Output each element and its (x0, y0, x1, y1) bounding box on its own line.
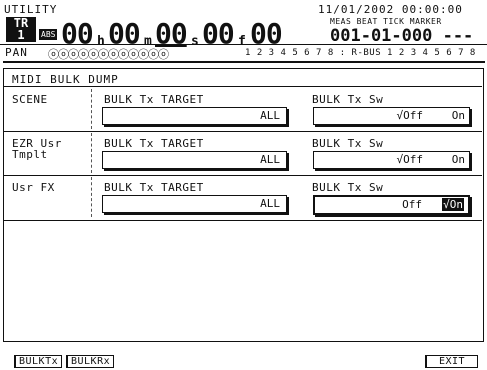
bulk-tx-target-label: BULK Tx TARGET (104, 137, 204, 150)
row-separator (91, 177, 92, 217)
bulk-tx-sw-label: BULK Tx Sw (312, 93, 384, 106)
page-title: MIDI BULK DUMP (12, 73, 119, 86)
track-number: 1 (17, 28, 25, 42)
row-label-ezr-usr-tmplt: EZR Usr Tmplt (12, 137, 62, 161)
bulk-tx-sw-field[interactable]: √Off On (313, 151, 470, 169)
sw-on-option[interactable]: On (452, 108, 465, 124)
bulk-tx-target-label: BULK Tx TARGET (104, 93, 204, 106)
row-divider (4, 175, 482, 176)
mbt-header: MEAS BEAT TICK MARKER (330, 17, 442, 26)
row-divider (4, 220, 482, 221)
date-time: 11/01/2002 00:00:00 (318, 3, 463, 16)
title-divider (4, 86, 482, 87)
app-title: UTILITY (4, 3, 58, 16)
bulk-tx-target-value: ALL (260, 153, 280, 166)
row-separator (91, 89, 92, 129)
track-strip: 1 2 3 4 5 6 7 8 : R-BUS 1 2 3 4 5 6 7 8 (245, 48, 476, 58)
bulk-tx-sw-label: BULK Tx Sw (312, 181, 384, 194)
track-indicator: TR 1 (6, 17, 36, 42)
row-divider (4, 131, 482, 132)
bulk-tx-target-field[interactable]: ALL (102, 107, 287, 125)
header-divider (0, 44, 487, 45)
sw-on-option[interactable]: On (452, 152, 465, 168)
bulk-tx-target-value: ALL (260, 109, 280, 122)
bulk-tx-sw-label: BULK Tx Sw (312, 137, 384, 150)
mbt-value: 001-01-000 --- (330, 26, 474, 46)
sw-off-option[interactable]: √Off (397, 108, 424, 124)
bulk-tx-target-label: BULK Tx TARGET (104, 181, 204, 194)
frames-unit: f (238, 34, 246, 49)
abs-badge: ABS (39, 29, 58, 40)
sw-on-highlight: √On (442, 198, 464, 211)
seconds-unit: s (191, 34, 199, 49)
bulk-tx-target-field[interactable]: ALL (102, 151, 287, 169)
pan-knobs: ⓞⓞⓞⓞⓞⓞⓞⓞⓞⓞⓞⓞ (48, 48, 169, 61)
row-label-scene: SCENE (12, 93, 48, 106)
row-separator (91, 133, 92, 173)
bulk-rx-button[interactable]: BULKRx (66, 355, 115, 368)
pan-label: PAN (5, 46, 28, 59)
exit-button[interactable]: EXIT (425, 355, 479, 368)
sw-off-option[interactable]: √Off (397, 152, 424, 168)
sw-off-option[interactable]: Off (402, 197, 422, 213)
bulk-tx-target-field[interactable]: ALL (102, 195, 287, 213)
bulk-tx-target-value: ALL (260, 197, 280, 210)
bulk-tx-sw-field-selected[interactable]: Off √On (313, 195, 470, 215)
bulk-tx-sw-field[interactable]: √Off On (313, 107, 470, 125)
bulk-tx-button[interactable]: BULKTx (14, 355, 63, 368)
row-label-usr-fx: Usr FX (12, 181, 55, 194)
sw-on-option-active[interactable]: √On (442, 197, 464, 213)
header-bottom-rule (3, 61, 485, 63)
